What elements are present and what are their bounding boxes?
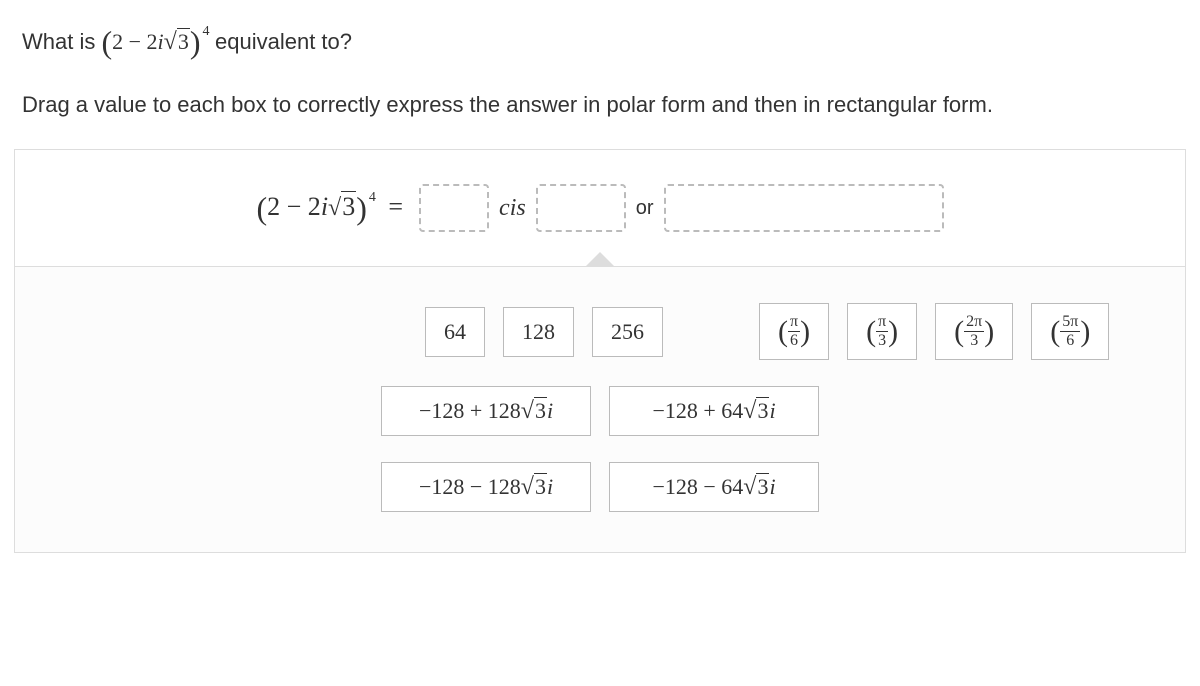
drop-angle[interactable] xyxy=(536,184,626,232)
instruction-text: Drag a value to each box to correctly ex… xyxy=(22,88,1178,121)
tile-2pi-over-3[interactable]: (2π3) xyxy=(935,303,1013,360)
question-text: What is (2 − 2i√3)4 equivalent to? xyxy=(22,18,1178,66)
tile-row-1: 64 128 256 (π6) (π3) (2π3) (5π6) xyxy=(35,303,1165,360)
cis-label: cis xyxy=(499,195,526,222)
drop-modulus[interactable] xyxy=(419,184,489,232)
or-label: or xyxy=(636,197,654,220)
tile-neg128-plus-128sqrt3i[interactable]: −128 + 128√3i xyxy=(381,386,591,436)
tile-pi-over-6[interactable]: (π6) xyxy=(759,303,829,360)
tile-row-2: −128 + 128√3i −128 + 64√3i xyxy=(35,386,1165,436)
tile-neg128-minus-64sqrt3i[interactable]: −128 − 64√3i xyxy=(609,462,819,512)
tile-5pi-over-6[interactable]: (5π6) xyxy=(1031,303,1109,360)
answer-panel: (2 − 2i√3)4 = cis or xyxy=(14,149,1186,267)
panel-notch xyxy=(586,253,614,267)
tile-pi-over-3[interactable]: (π3) xyxy=(847,303,917,360)
tile-128[interactable]: 128 xyxy=(503,307,574,357)
tile-row-3: −128 − 128√3i −128 − 64√3i xyxy=(35,462,1165,512)
lhs-expression: (2 − 2i√3)4 = xyxy=(256,190,409,227)
tiles-panel: 64 128 256 (π6) (π3) (2π3) (5π6) −128 + … xyxy=(14,267,1186,553)
tile-64[interactable]: 64 xyxy=(425,307,485,357)
question-area: What is (2 − 2i√3)4 equivalent to? Drag … xyxy=(0,0,1200,149)
drop-rectangular[interactable] xyxy=(664,184,944,232)
equation-row: (2 − 2i√3)4 = cis or xyxy=(35,184,1165,232)
question-suffix: equivalent to? xyxy=(215,29,352,54)
tile-256[interactable]: 256 xyxy=(592,307,663,357)
tile-neg128-minus-128sqrt3i[interactable]: −128 − 128√3i xyxy=(381,462,591,512)
question-expression: (2 − 2i√3)4 xyxy=(101,29,215,54)
tile-neg128-plus-64sqrt3i[interactable]: −128 + 64√3i xyxy=(609,386,819,436)
question-prefix: What is xyxy=(22,29,101,54)
